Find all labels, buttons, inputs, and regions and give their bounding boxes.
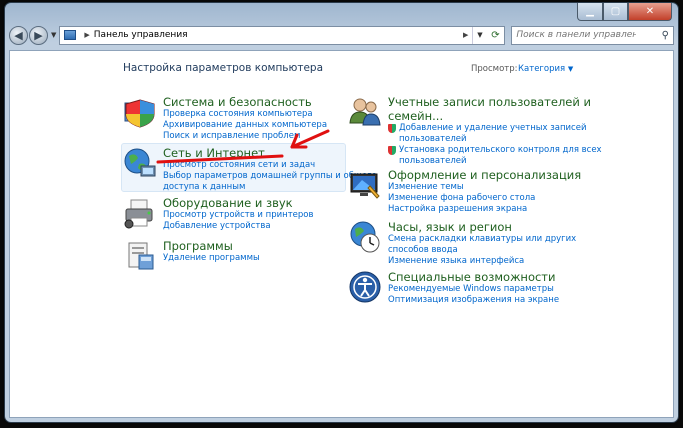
link-recommended-settings[interactable]: Рекомендуемые Windows параметры <box>388 284 559 295</box>
breadcrumb-control-panel[interactable]: Панель управления <box>94 30 459 40</box>
refresh-icon[interactable]: ⟳ <box>486 27 504 44</box>
link-check-status[interactable]: Проверка состояния компьютера <box>163 109 327 120</box>
link-screen-resolution[interactable]: Настройка разрешения экрана <box>388 204 581 215</box>
link-change-display-language[interactable]: Изменение языка интерфейса <box>388 256 576 267</box>
link-change-theme[interactable]: Изменение темы <box>388 182 581 193</box>
forward-button[interactable]: ▶ <box>29 25 48 45</box>
category-programs: Программы Удаление программы <box>123 239 260 273</box>
programs-icon[interactable] <box>123 239 157 273</box>
breadcrumb-arrow-icon[interactable]: ▶ <box>463 31 468 39</box>
link-add-remove-accounts-continued[interactable]: пользователей <box>388 134 602 145</box>
category-appearance: Оформление и персонализация Изменение те… <box>348 168 581 215</box>
category-title[interactable]: Оборудование и звук <box>163 196 313 210</box>
category-title[interactable]: Часы, язык и регион <box>388 220 576 234</box>
category-ease-of-access: Специальные возможности Рекомендуемые Wi… <box>348 270 559 306</box>
window-controls: ▁ ▢ ✕ <box>577 3 672 22</box>
category-title[interactable]: Учетные записи пользователей и семейн... <box>388 95 602 123</box>
link-add-device[interactable]: Добавление устройства <box>163 221 313 232</box>
accessibility-icon[interactable] <box>348 270 382 304</box>
shield-icon[interactable] <box>123 95 157 129</box>
link-change-background[interactable]: Изменение фона рабочего стола <box>388 193 581 204</box>
printer-icon[interactable] <box>123 196 157 230</box>
back-arrow-icon: ◀ <box>14 28 23 42</box>
category-title[interactable]: Система и безопасность <box>163 95 327 109</box>
back-button[interactable]: ◀ <box>9 25 28 45</box>
minimize-button[interactable]: ▁ <box>577 3 603 21</box>
control-panel-icon <box>64 30 77 40</box>
link-parental-controls-continued[interactable]: пользователей <box>388 156 602 167</box>
control-panel-window: ▁ ▢ ✕ ◀ ▶ ▼ ▶ Панель управления ▶ ▼ ⟳ ⚲ … <box>4 2 679 423</box>
recent-pages-dropdown-icon[interactable]: ▼ <box>51 31 56 39</box>
navigation-toolbar: ◀ ▶ ▼ ▶ Панель управления ▶ ▼ ⟳ ⚲ <box>9 23 674 47</box>
category-clock-language-region: Часы, язык и регион Смена раскладки клав… <box>348 220 576 267</box>
view-value: Категория <box>518 64 566 74</box>
link-add-remove-accounts[interactable]: Добавление и удаление учетных записей <box>388 123 602 134</box>
content-area: Настройка параметров компьютера Просмотр… <box>9 50 674 418</box>
forward-arrow-icon: ▶ <box>34 28 43 42</box>
category-title-line-2: семейн... <box>388 109 444 123</box>
link-change-keyboard[interactable]: Смена раскладки клавиатуры или других <box>388 234 576 245</box>
close-button[interactable]: ✕ <box>628 3 672 21</box>
link-homegroup[interactable]: Выбор параметров домашней группы и общег… <box>163 171 377 182</box>
users-icon[interactable] <box>348 95 382 129</box>
link-devices-printers[interactable]: Просмотр устройств и принтеров <box>163 210 313 221</box>
category-title-line-1: Учетные записи пользователей и <box>388 95 591 109</box>
category-hardware-sound: Оборудование и звук Просмотр устройств и… <box>123 196 313 232</box>
maximize-button[interactable]: ▢ <box>603 3 628 21</box>
red-arrow-annotation-icon <box>156 129 330 164</box>
page-title: Настройка параметров компьютера <box>123 62 324 74</box>
category-title[interactable]: Программы <box>163 239 260 253</box>
view-by-dropdown[interactable]: Категория ▼ <box>518 64 573 74</box>
link-homegroup-continued[interactable]: доступа к данным <box>163 182 377 193</box>
search-input[interactable] <box>516 30 637 40</box>
search-icon[interactable]: ⚲ <box>662 30 669 41</box>
appearance-icon[interactable] <box>348 168 382 202</box>
category-title[interactable]: Специальные возможности <box>388 270 559 284</box>
breadcrumb-arrow-icon[interactable]: ▶ <box>84 31 89 39</box>
dropdown-arrow-icon: ▼ <box>567 65 574 73</box>
clock-globe-icon[interactable] <box>348 220 382 254</box>
category-user-accounts: Учетные записи пользователей и семейн... … <box>348 95 602 167</box>
view-label: Просмотр: <box>471 64 518 74</box>
category-title[interactable]: Оформление и персонализация <box>388 168 581 182</box>
address-dropdown-icon[interactable]: ▼ <box>472 26 486 44</box>
address-bar[interactable]: ▶ Панель управления ▶ ▼ ⟳ <box>59 25 506 45</box>
link-parental-controls[interactable]: Установка родительского контроля для все… <box>388 145 602 156</box>
link-change-keyboard-continued[interactable]: способов ввода <box>388 245 576 256</box>
link-uninstall-program[interactable]: Удаление программы <box>163 253 260 264</box>
search-box[interactable]: ⚲ <box>511 25 674 45</box>
link-optimize-display[interactable]: Оптимизация изображения на экране <box>388 295 559 306</box>
